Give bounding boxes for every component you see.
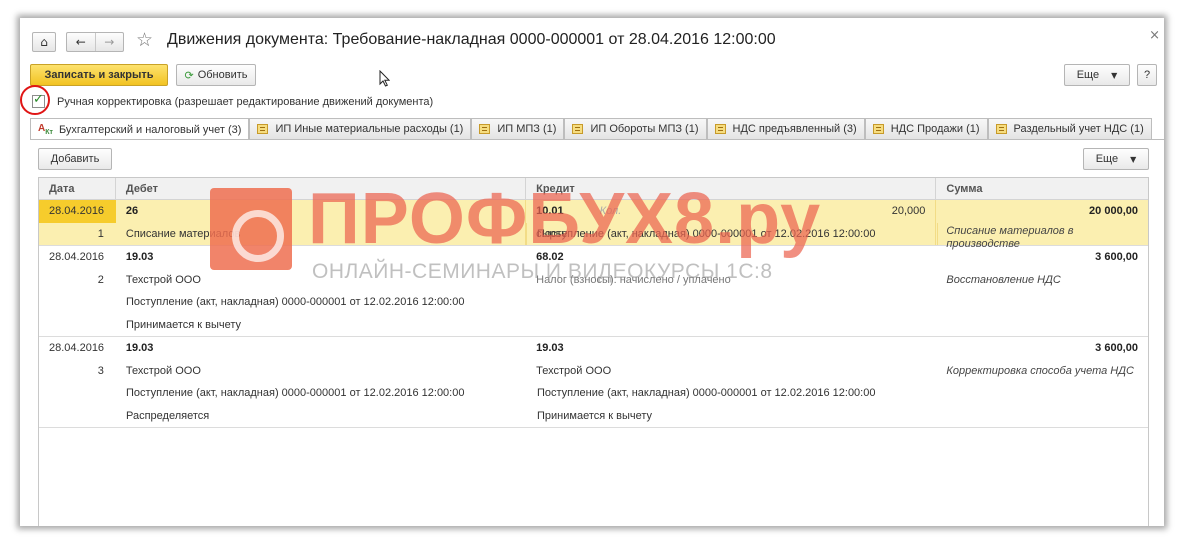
register-icon: [257, 124, 269, 134]
table-row[interactable]: 28.04.2016 19.03 19.03 3 600,00 3 Техстр…: [39, 337, 1148, 428]
entries-table[interactable]: Дата Дебет Кредит Сумма 28.04.2016 26 10…: [38, 177, 1149, 526]
qty-label: Кол.: [599, 205, 622, 217]
row-date: 28.04.2016: [39, 200, 116, 223]
tab-label: ИП МПЗ (1): [497, 123, 557, 135]
table-header: Дата Дебет Кредит Сумма: [39, 178, 1148, 200]
debit-subconto: Принимается к вычету: [126, 318, 242, 331]
tab-other-material-expenses[interactable]: ИП Иные материальные расходы (1): [249, 118, 472, 139]
credit-subconto: Принимается к вычету: [537, 409, 653, 422]
row-sum: 3 600,00: [1095, 251, 1138, 263]
row-sum: 20 000,00: [1089, 205, 1138, 217]
more-menu-button[interactable]: Еще ▼: [1064, 64, 1130, 86]
refresh-label: Обновить: [197, 69, 248, 81]
row-date: 28.04.2016: [49, 251, 105, 263]
debit-account: 19.03: [125, 251, 154, 263]
row-number: 2: [97, 273, 104, 286]
history-nav: ← →: [66, 32, 124, 52]
tab-vat-presented[interactable]: НДС предъявленный (3): [706, 118, 865, 139]
credit-cell: 10.01 Кол. 20,000: [526, 200, 937, 223]
debit-subconto: Техстрой ООО: [125, 273, 201, 286]
register-icon: [872, 124, 884, 134]
debit-account: 26: [116, 200, 527, 223]
refresh-icon: ⟳: [184, 68, 194, 82]
debit-subconto: Техстрой ООО: [125, 364, 201, 377]
debit-subconto: Поступление (акт, накладная) 0000-000001…: [126, 387, 465, 399]
tab-mpz-turnover[interactable]: ИП Обороты МПЗ (1): [564, 118, 707, 139]
refresh-button[interactable]: ⟳ Обновить: [176, 64, 256, 86]
manual-edit-label: Ручная корректировка (разрешает редактир…: [57, 95, 434, 108]
tab-label: НДС Продажи (1): [890, 123, 980, 135]
credit-subconto: Техстрой ООО: [536, 364, 612, 377]
tab-mpz[interactable]: ИП МПЗ (1): [471, 118, 565, 139]
home-button[interactable]: ⌂: [32, 32, 56, 52]
mouse-cursor-icon: [379, 70, 390, 87]
debit-account: 19.03: [125, 342, 154, 354]
row-comment: Восстановление НДС: [946, 273, 1061, 286]
register-tabs: AКт Бухгалтерский и налоговый учет (3) И…: [30, 118, 1152, 140]
tab-label: НДС предъявленный (3): [732, 123, 857, 135]
col-date[interactable]: Дата: [39, 178, 116, 200]
register-icon: [572, 124, 584, 134]
credit-account: 68.02: [536, 251, 564, 263]
manual-edit-row: Ручная корректировка (разрешает редактир…: [32, 92, 434, 108]
row-number: 3: [97, 364, 104, 377]
home-icon: ⌂: [40, 35, 48, 49]
credit-subconto: Поступление (акт, накладная) 0000-000001…: [527, 222, 938, 245]
manual-edit-checkbox[interactable]: [32, 92, 45, 108]
register-icon: [995, 124, 1007, 134]
col-debit[interactable]: Дебет: [116, 178, 527, 200]
chevron-down-icon: ▼: [1111, 70, 1118, 80]
credit-subconto: Поступление (акт, накладная) 0000-000001…: [537, 387, 876, 399]
tab-separate-vat[interactable]: Раздельный учет НДС (1): [987, 118, 1152, 139]
credit-subconto: Налог (взносы): начислено / уплачено: [536, 273, 731, 286]
tab-label: ИП Иные материальные расходы (1): [275, 123, 464, 135]
register-icon: [479, 124, 491, 134]
save-and-close-button[interactable]: Записать и закрыть: [30, 64, 168, 86]
window-title: Движения документа: Требование-накладная…: [167, 31, 776, 48]
debit-subconto: Поступление (акт, накладная) 0000-000001…: [126, 296, 465, 308]
more-label: Еще: [1076, 69, 1100, 81]
debit-subconto: Распределяется: [126, 409, 210, 422]
more-label: Еще: [1095, 153, 1119, 165]
table-more-button[interactable]: Еще ▼: [1083, 148, 1149, 170]
add-button[interactable]: Добавить: [38, 148, 112, 170]
register-icon: [714, 124, 726, 134]
credit-account: 19.03: [536, 342, 564, 354]
row-date: 28.04.2016: [49, 342, 105, 354]
back-arrow-icon[interactable]: ←: [67, 33, 95, 51]
credit-account: 10.01: [536, 205, 564, 217]
tab-vat-sales[interactable]: НДС Продажи (1): [864, 118, 988, 139]
help-button[interactable]: ?: [1137, 64, 1157, 86]
table-row[interactable]: 28.04.2016 26 10.01 Кол. 20,000 20 000,00…: [39, 200, 1148, 250]
chevron-down-icon: ▼: [1130, 154, 1137, 164]
col-credit[interactable]: Кредит: [526, 178, 937, 200]
tab-label: ИП Обороты МПЗ (1): [590, 123, 699, 135]
credit-qty: 20,000: [891, 205, 926, 217]
debit-subconto: [116, 222, 527, 245]
tab-label: Бухгалтерский и налоговый учет (3): [58, 123, 242, 136]
close-icon[interactable]: ×: [1149, 28, 1160, 43]
forward-arrow-icon[interactable]: →: [94, 33, 124, 51]
document-window: ⌂ ← → ☆ Движения документа: Требование-н…: [20, 18, 1164, 526]
accounting-icon: AКт: [38, 123, 53, 136]
tab-label: Раздельный учет НДС (1): [1013, 123, 1144, 135]
row-sum: 3 600,00: [1095, 342, 1138, 354]
row-comment: Корректировка способа учета НДС: [946, 364, 1134, 377]
col-sum[interactable]: Сумма: [936, 178, 1148, 200]
table-row[interactable]: 28.04.2016 19.03 68.02 3 600,00 2 Техстр…: [39, 246, 1148, 337]
tab-accounting[interactable]: AКт Бухгалтерский и налоговый учет (3): [30, 118, 250, 140]
favorite-star-icon[interactable]: ☆: [136, 29, 153, 51]
